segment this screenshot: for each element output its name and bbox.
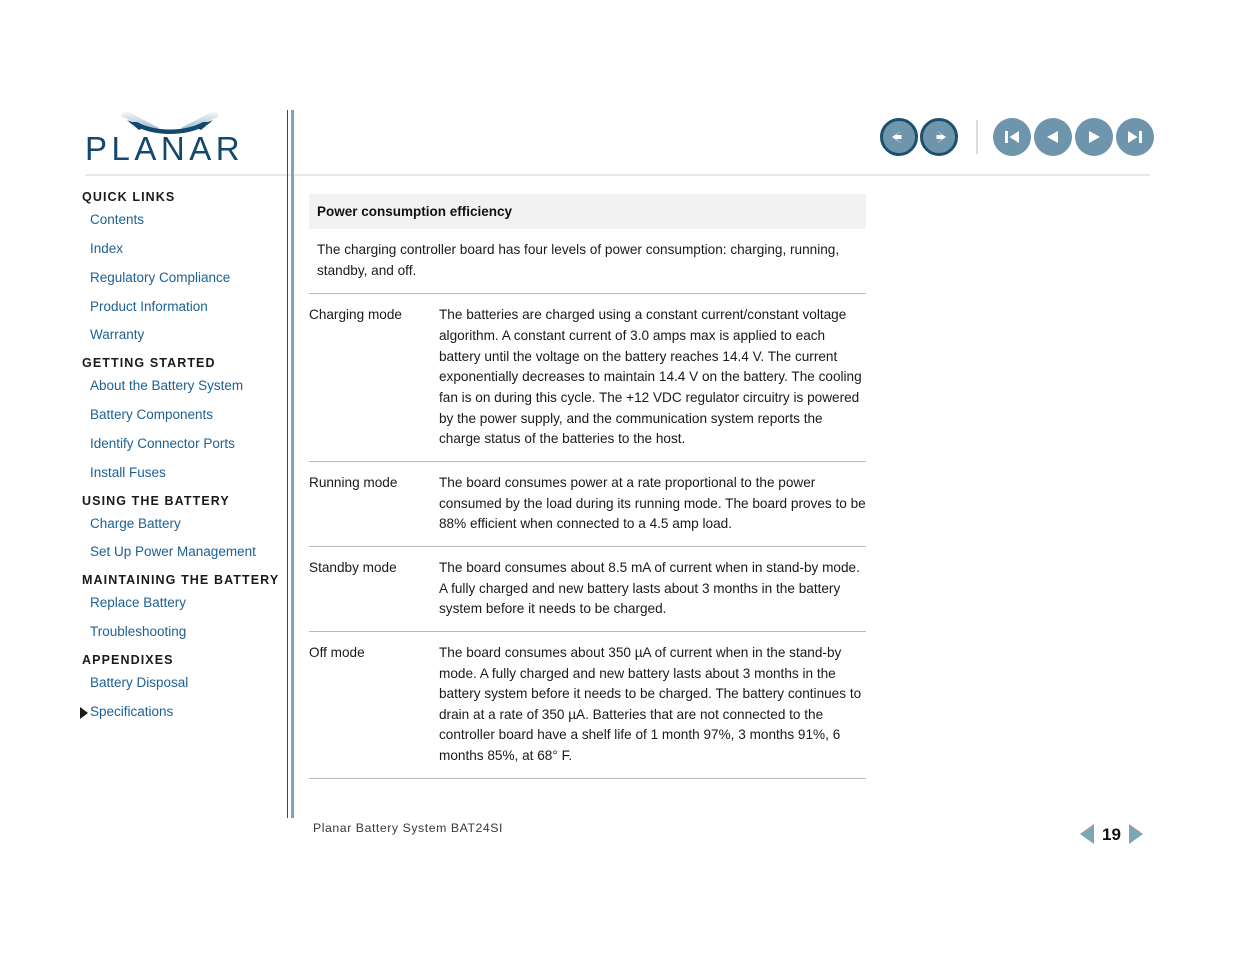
sidebar-item-warranty[interactable]: Warranty xyxy=(90,328,282,343)
mode-description: The batteries are charged using a consta… xyxy=(439,293,866,462)
sidebar-item-battery-components[interactable]: Battery Components xyxy=(90,407,282,423)
mode-label: Charging mode xyxy=(309,293,439,462)
page-number: 19 xyxy=(1102,824,1121,844)
sidebar-group: APPENDIXES Battery Disposal Specifications xyxy=(80,652,282,720)
skip-to-end-icon xyxy=(1128,131,1142,143)
section-title: Power consumption efficiency xyxy=(317,204,513,219)
sidebar-group-heading: GETTING STARTED xyxy=(82,356,216,371)
sidebar-group-heading: APPENDIXES xyxy=(82,652,174,667)
sidebar-item-about-the-battery-system[interactable]: About the Battery System xyxy=(90,378,282,394)
footer-document-title: Planar Battery System BAT24SI xyxy=(313,821,503,835)
sidebar-item-specifications[interactable]: Specifications xyxy=(80,704,282,720)
table-row: Off mode The board consumes about 350 µA … xyxy=(309,630,866,779)
sidebar-group-heading: QUICK LINKS xyxy=(82,190,176,204)
pager-previous-icon[interactable] xyxy=(1080,824,1094,844)
sidebar-group-heading: MAINTAINING THE BATTERY xyxy=(82,573,280,588)
planar-wordmark: PLANAR xyxy=(85,130,245,167)
sidebar-group: QUICK LINKS Contents Index Regulatory Compl… xyxy=(82,190,282,343)
sidebar-item-troubleshooting[interactable]: Troubleshooting xyxy=(90,624,282,640)
forward-button[interactable] xyxy=(920,118,958,156)
sidebar-divider-dark xyxy=(287,110,288,818)
sidebar-item-contents[interactable]: Contents xyxy=(90,212,282,228)
top-navigation-bar xyxy=(880,117,1157,157)
planar-logo: PLANAR xyxy=(85,108,250,170)
sidebar-item-identify-connector-ports[interactable]: Identify Connector Ports xyxy=(90,436,282,452)
mode-label: Running mode xyxy=(309,460,439,547)
page-pager: 19 xyxy=(1080,820,1143,848)
previous-page-button[interactable] xyxy=(1034,118,1072,156)
last-page-button[interactable] xyxy=(1116,118,1154,156)
sidebar-group: USING THE BATTERY Charge Battery Set Up Po… xyxy=(82,494,282,561)
sidebar-item-battery-disposal[interactable]: Battery Disposal xyxy=(90,675,282,691)
history-button-group xyxy=(880,118,960,156)
toolbar-separator xyxy=(976,120,978,154)
triangle-right-icon xyxy=(1089,131,1100,143)
sidebar-group-heading: USING THE BATTERY xyxy=(82,493,230,508)
table-row: Charging mode The batteries are charged u… xyxy=(309,293,866,462)
power-modes-table: Charging mode The batteries are charged u… xyxy=(309,293,866,779)
arrow-right-icon xyxy=(936,130,946,144)
triangle-left-icon xyxy=(1047,131,1058,143)
section-header: Power consumption efficiency xyxy=(309,194,866,229)
next-page-button[interactable] xyxy=(1075,118,1113,156)
header-divider xyxy=(85,174,1150,176)
intro-paragraph: The charging controller board has four l… xyxy=(317,242,840,278)
sidebar-item-replace-battery[interactable]: Replace Battery xyxy=(90,595,282,611)
sidebar-item-set-up-power-management[interactable]: Set Up Power Management xyxy=(90,545,282,560)
main-content: Power consumption efficiency The chargin… xyxy=(309,194,866,779)
table-row: Running mode The board consumes power at … xyxy=(309,460,866,547)
page-navigation-button-group xyxy=(993,118,1157,156)
arrow-left-icon xyxy=(892,130,902,144)
mode-label: Standby mode xyxy=(309,545,439,632)
skip-to-start-icon xyxy=(1005,131,1019,143)
sidebar-group: MAINTAINING THE BATTERY Replace Battery Tr… xyxy=(82,573,282,640)
first-page-button[interactable] xyxy=(993,118,1031,156)
sidebar-item-install-fuses[interactable]: Install Fuses xyxy=(90,465,282,481)
mode-description: The board consumes about 8.5 mA of curre… xyxy=(439,545,866,632)
document-page: PLANAR QUICK LINKS Contents Index Regula… xyxy=(0,0,1235,954)
mode-description: The board consumes about 350 µA of curre… xyxy=(439,630,866,779)
pager-next-icon[interactable] xyxy=(1128,824,1143,844)
mode-description: The board consumes power at a rate propo… xyxy=(439,460,866,547)
back-button[interactable] xyxy=(880,118,918,156)
sidebar-item-charge-battery[interactable]: Charge Battery xyxy=(90,516,282,532)
sidebar-group: GETTING STARTED About the Battery System B… xyxy=(82,356,282,480)
sidebar-item-index[interactable]: Index xyxy=(90,241,282,257)
sidebar-item-product-information[interactable]: Product Information xyxy=(90,299,282,315)
mode-label: Off mode xyxy=(309,630,439,779)
sidebar-navigation: QUICK LINKS Contents Index Regulatory Compl… xyxy=(80,190,282,733)
table-row: Standby mode The board consumes about 8.5… xyxy=(309,545,866,632)
sidebar-item-regulatory-compliance[interactable]: Regulatory Compliance xyxy=(90,270,282,286)
sidebar-divider-light xyxy=(291,110,294,818)
